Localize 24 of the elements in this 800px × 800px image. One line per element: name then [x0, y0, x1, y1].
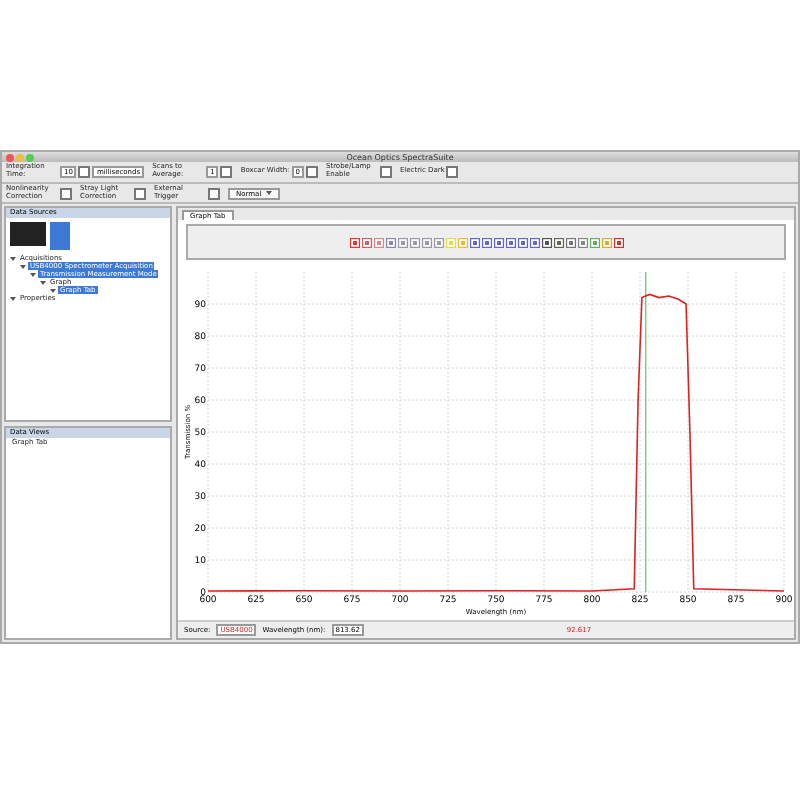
tool-icon[interactable] [565, 237, 575, 248]
close-icon[interactable] [6, 154, 14, 162]
checkbox[interactable] [134, 187, 146, 200]
tool-icon[interactable] [577, 237, 587, 248]
checkbox[interactable] [446, 165, 459, 178]
device-tile[interactable] [50, 222, 70, 251]
expand-arrow-icon[interactable] [10, 295, 16, 302]
tool-icon[interactable] [517, 237, 527, 248]
tool-icon[interactable] [493, 237, 503, 248]
tool-icon[interactable] [349, 237, 359, 248]
tool-icon[interactable] [553, 237, 563, 248]
checkbox[interactable] [60, 187, 72, 200]
tool-icon[interactable] [481, 237, 491, 248]
tool-icon[interactable] [541, 237, 551, 248]
tool-icon[interactable] [469, 237, 479, 248]
tool-icon[interactable] [505, 237, 515, 248]
caret-icon [265, 189, 272, 196]
tool-icon[interactable] [529, 237, 539, 248]
checkbox[interactable] [208, 187, 220, 200]
photo-placeholder [10, 222, 46, 247]
checkbox[interactable] [379, 165, 392, 178]
tool-icon[interactable] [385, 237, 395, 248]
tool-icon[interactable] [613, 237, 623, 248]
tool-icon[interactable] [361, 237, 371, 248]
